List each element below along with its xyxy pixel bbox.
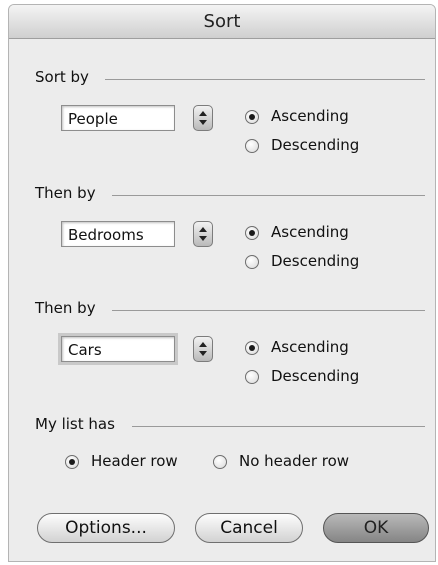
then-by-2-ascending-radio[interactable] xyxy=(245,341,259,355)
then-by-2-descending-radio[interactable] xyxy=(245,370,259,384)
then-by-field-2[interactable]: Cars xyxy=(61,336,175,362)
sort-by-ascending-label: Ascending xyxy=(271,107,349,125)
then-by-field-1[interactable]: Bedrooms xyxy=(61,221,175,247)
cancel-button[interactable]: Cancel xyxy=(195,513,303,543)
ok-button[interactable]: OK xyxy=(323,513,429,543)
no-header-row-label: No header row xyxy=(239,452,350,470)
then-by-label-2: Then by xyxy=(35,299,96,317)
then-by-1-descending-label: Descending xyxy=(271,252,360,270)
then-by-2-ascending-label: Ascending xyxy=(271,338,349,356)
then-by-2-descending-label: Descending xyxy=(271,367,360,385)
sort-by-ascending-radio[interactable] xyxy=(245,110,259,124)
up-down-arrows-icon xyxy=(199,227,207,241)
then-by-popup-stepper-1[interactable] xyxy=(193,221,213,247)
header-row-label: Header row xyxy=(91,452,178,470)
dialog-title: Sort xyxy=(9,5,435,39)
then-by-label-1: Then by xyxy=(35,184,96,202)
then-by-1-descending-radio[interactable] xyxy=(245,255,259,269)
sort-by-descending-label: Descending xyxy=(271,136,360,154)
no-header-row-radio[interactable] xyxy=(213,455,227,469)
sort-by-label: Sort by xyxy=(35,68,89,86)
then-by-popup-stepper-2[interactable] xyxy=(193,336,213,362)
sort-dialog: Sort Sort by People Ascending Descending… xyxy=(8,4,436,562)
then-by-1-ascending-label: Ascending xyxy=(271,223,349,241)
sort-by-popup-stepper[interactable] xyxy=(193,105,213,131)
sort-by-field[interactable]: People xyxy=(61,105,175,131)
section-divider xyxy=(112,195,425,196)
section-divider xyxy=(112,310,425,311)
section-divider xyxy=(105,79,425,80)
up-down-arrows-icon xyxy=(199,342,207,356)
section-divider xyxy=(132,426,425,427)
my-list-has-label: My list has xyxy=(35,415,115,433)
then-by-1-ascending-radio[interactable] xyxy=(245,226,259,240)
up-down-arrows-icon xyxy=(199,111,207,125)
sort-by-descending-radio[interactable] xyxy=(245,139,259,153)
options-button[interactable]: Options... xyxy=(37,513,175,543)
header-row-radio[interactable] xyxy=(65,455,79,469)
